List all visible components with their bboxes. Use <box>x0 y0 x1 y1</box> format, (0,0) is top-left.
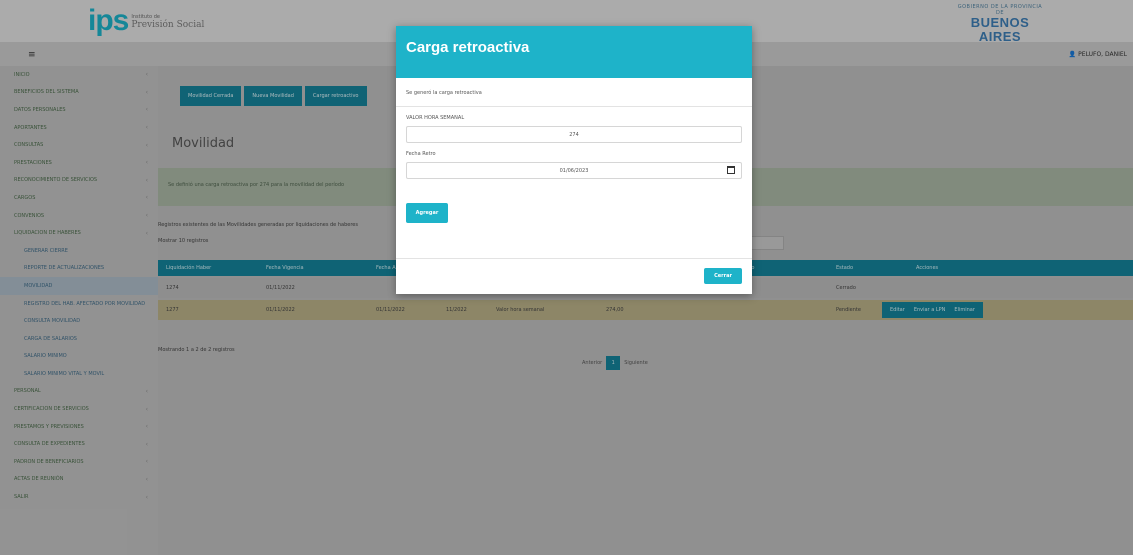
modal-message: Se generó la carga retroactiva <box>406 90 482 96</box>
fecha-retro-input[interactable]: 01/06/2023 <box>406 162 742 179</box>
retroactive-modal: Carga retroactiva Se generó la carga ret… <box>396 26 752 294</box>
close-button[interactable]: Cerrar <box>704 268 742 284</box>
fecha-retro-label: Fecha Retro <box>406 151 436 157</box>
add-button[interactable]: Agregar <box>406 203 448 223</box>
valor-hora-value: 274 <box>569 131 579 138</box>
divider <box>396 106 752 107</box>
calendar-icon[interactable] <box>727 166 735 174</box>
valor-hora-input[interactable]: 274 <box>406 126 742 143</box>
fecha-retro-value: 01/06/2023 <box>559 167 589 174</box>
modal-header: Carga retroactiva <box>396 26 752 78</box>
modal-footer: Cerrar <box>396 258 752 294</box>
modal-body: Se generó la carga retroactiva VALOR HOR… <box>396 78 752 223</box>
valor-hora-label: VALOR HORA SEMANAL <box>406 115 465 121</box>
modal-title: Carga retroactiva <box>406 39 530 56</box>
